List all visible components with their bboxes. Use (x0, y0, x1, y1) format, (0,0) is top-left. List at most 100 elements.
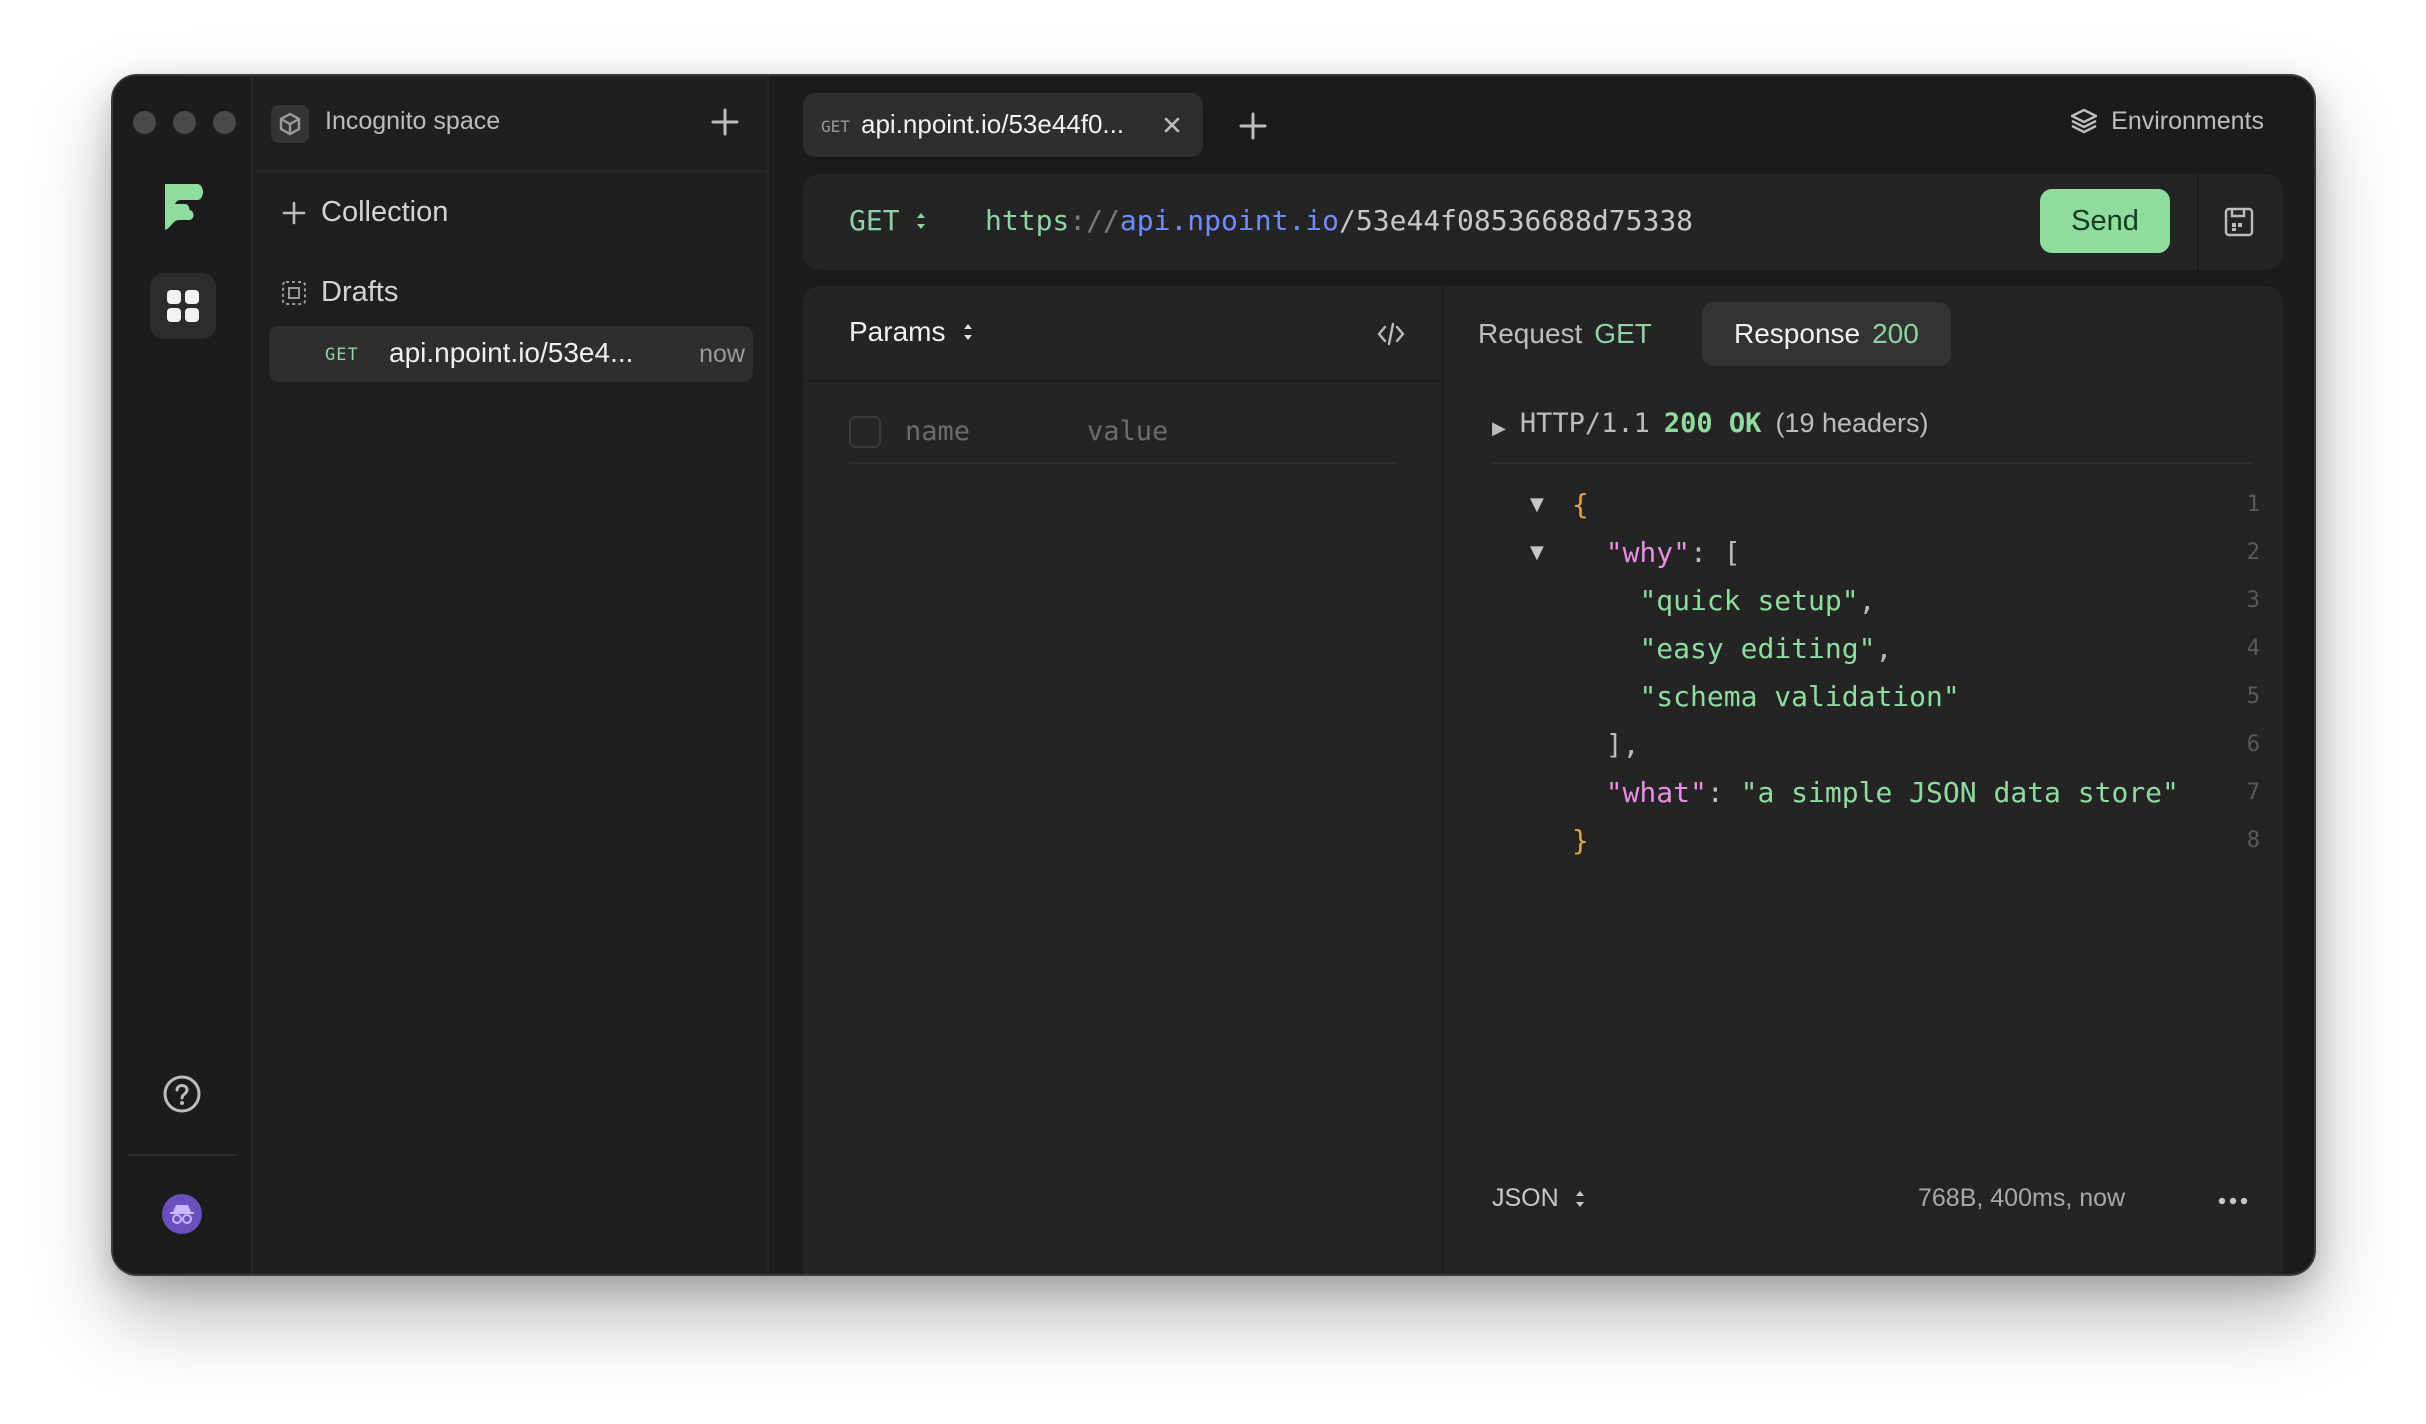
status-line[interactable]: ▶ HTTP/1.1 200 OK (19 headers) (1492, 408, 2252, 464)
collection-label: Collection (321, 196, 449, 228)
line-number: 4 (2246, 636, 2260, 661)
add-icon[interactable] (705, 102, 745, 142)
response-tab-status: 200 (1872, 318, 1919, 349)
collapse-triangle-icon[interactable]: ▼ (1530, 542, 1544, 563)
json-string: "a simple JSON data store" (1740, 776, 2179, 809)
request-tab[interactable]: GET api.npoint.io/53e44f0... (803, 93, 1203, 157)
sort-arrows-icon (1575, 1190, 1584, 1207)
line-number: 6 (2246, 732, 2260, 757)
space-selector[interactable]: Incognito space (253, 76, 767, 172)
new-tab-icon[interactable] (1233, 106, 1273, 146)
json-key: "why" (1605, 536, 1691, 569)
url-bar: GET https://api.npoint.io/53e44f08536688… (803, 174, 2283, 270)
param-name-input[interactable]: name (905, 416, 970, 447)
url-path: /53e44f08536688d75338 (1339, 204, 1694, 237)
json-punct: , (1875, 632, 1893, 665)
tab-title: api.npoint.io/53e44f0... (861, 109, 1125, 139)
rail-divider (129, 1154, 237, 1156)
headers-count: (19 headers) (1775, 408, 1929, 438)
url-separator: :// (1069, 204, 1120, 237)
json-string: "quick setup" (1639, 584, 1859, 617)
code-line: } 8 (1492, 824, 2260, 872)
json-punct: : (1706, 776, 1741, 809)
json-brace: } (1572, 824, 1589, 857)
response-tab-label: Response (1734, 318, 1861, 349)
layers-icon (2070, 108, 2098, 134)
param-checkbox[interactable] (849, 416, 881, 448)
drafts-folder[interactable]: Drafts (281, 276, 398, 309)
param-row: name value (849, 408, 1397, 464)
url-input[interactable]: https://api.npoint.io/53e44f08536688d753… (985, 204, 1693, 237)
sort-arrows-icon (916, 212, 925, 229)
draft-request-item[interactable]: GET api.npoint.io/53e4... now (269, 326, 753, 382)
plus-icon (282, 201, 306, 224)
add-collection-button[interactable]: Collection (281, 196, 448, 229)
code-line: ▼ { 1 (1492, 488, 2260, 536)
params-label: Params (849, 316, 946, 347)
url-scheme: https (985, 204, 1070, 237)
tab-method: GET (821, 117, 850, 136)
request-response-panel: Params name value Request GET Response 2… (803, 286, 2283, 1274)
tab-response[interactable]: Response 200 (1702, 302, 1951, 366)
environments-label: Environments (2111, 106, 2264, 135)
minimize-window-button[interactable] (173, 111, 196, 134)
close-window-button[interactable] (133, 111, 156, 134)
draft-url: api.npoint.io/53e4... (389, 337, 634, 368)
code-icon[interactable] (1376, 319, 1406, 349)
json-key: "what" (1605, 776, 1707, 809)
code-line: "what": "a simple JSON data store" 7 (1492, 776, 2260, 824)
save-icon[interactable] (2219, 202, 2259, 242)
more-icon[interactable] (2216, 1186, 2250, 1216)
json-punct: ], (1605, 728, 1640, 761)
draft-time: now (699, 340, 745, 368)
code-line: ▼ "why": [ 2 (1492, 536, 2260, 584)
sort-arrows-icon (964, 324, 973, 340)
help-icon[interactable] (162, 1074, 202, 1114)
space-box-icon (271, 105, 309, 143)
app-logo-icon (165, 184, 203, 230)
incognito-avatar[interactable] (162, 1194, 202, 1234)
expand-triangle-icon[interactable]: ▶ (1492, 418, 1506, 439)
grid-icon (167, 290, 199, 322)
incognito-icon (170, 1205, 194, 1224)
url-bar-divider (2197, 174, 2199, 270)
collapse-triangle-icon[interactable]: ▼ (1530, 494, 1544, 515)
tab-request[interactable]: Request GET (1446, 302, 1684, 366)
response-meta: 768B, 400ms, now (1918, 1184, 2126, 1212)
drafts-label: Drafts (321, 276, 399, 308)
app-window: Incognito space Collection Drafts GET ap… (111, 74, 2316, 1276)
close-icon[interactable] (1159, 112, 1185, 138)
environments-button[interactable]: Environments (2069, 106, 2264, 136)
send-button[interactable]: Send (2040, 189, 2170, 253)
json-punct: : [ (1690, 536, 1741, 569)
draft-method: GET (325, 345, 359, 365)
response-footer: JSON 768B, 400ms, now (1492, 1176, 2252, 1226)
url-host: api.npoint.io (1119, 204, 1340, 237)
params-select[interactable]: Params (849, 316, 975, 348)
response-pane: Request GET Response 200 ▶ HTTP/1.1 200 … (1446, 286, 2283, 1274)
request-tab-method: GET (1594, 318, 1652, 349)
code-line: "schema validation" 5 (1492, 680, 2260, 728)
line-number: 1 (2246, 492, 2260, 517)
param-value-input[interactable]: value (1087, 416, 1168, 447)
line-number: 8 (2246, 828, 2260, 853)
line-number: 2 (2246, 540, 2260, 565)
params-header: Params (803, 286, 1442, 382)
method-value: GET (849, 204, 900, 237)
line-number: 5 (2246, 684, 2260, 709)
http-protocol: HTTP/1.1 (1519, 408, 1650, 439)
format-select[interactable]: JSON (1492, 1184, 1587, 1213)
params-pane: Params name value (803, 286, 1444, 1274)
space-name: Incognito space (325, 107, 501, 135)
left-rail (113, 76, 253, 1274)
method-select[interactable]: GET (849, 204, 928, 237)
code-line: "easy editing", 4 (1492, 632, 2260, 680)
maximize-window-button[interactable] (213, 111, 236, 134)
json-punct: , (1858, 584, 1876, 617)
format-label: JSON (1492, 1184, 1559, 1212)
json-brace: { (1572, 488, 1589, 521)
line-number: 3 (2246, 588, 2260, 613)
code-line: "quick setup", 3 (1492, 584, 2260, 632)
sidebar: Incognito space Collection Drafts GET ap… (253, 76, 769, 1274)
workspace-grid-button[interactable] (150, 273, 216, 339)
